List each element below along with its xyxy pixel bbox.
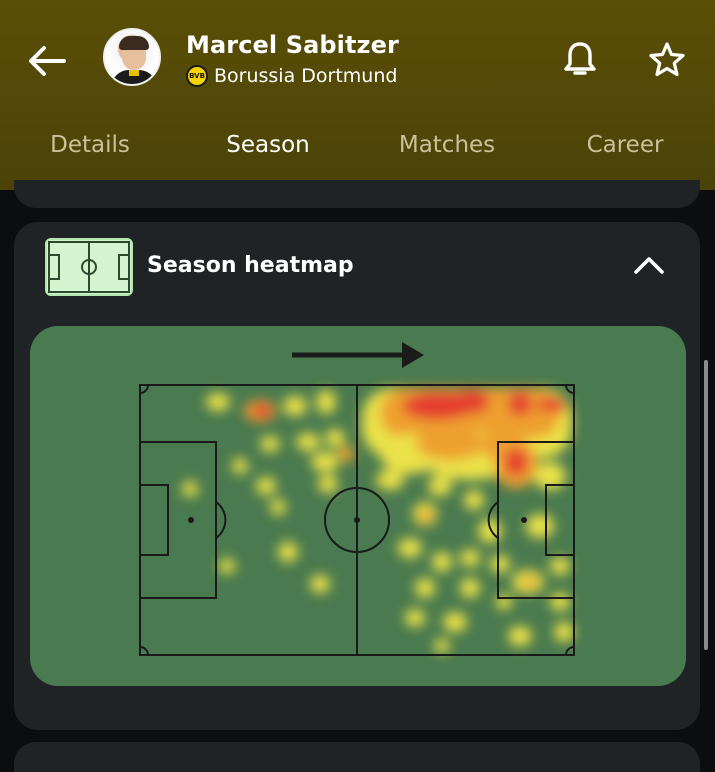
player-name: Marcel Sabitzer xyxy=(186,31,399,59)
favorite-button[interactable] xyxy=(647,40,687,80)
back-button[interactable] xyxy=(24,38,70,84)
chevron-up-icon xyxy=(634,257,664,274)
notifications-button[interactable] xyxy=(562,40,598,80)
app-header: Marcel Sabitzer BVB Borussia Dortmund De… xyxy=(0,0,715,190)
heatmap-panel xyxy=(30,326,686,686)
star-icon xyxy=(649,42,685,77)
card-title: Season heatmap xyxy=(147,253,354,278)
club-name: Borussia Dortmund xyxy=(214,65,398,87)
tab-details[interactable]: Details xyxy=(30,132,150,168)
player-avatar xyxy=(103,28,161,86)
pitch-icon xyxy=(45,238,133,296)
scrollbar[interactable] xyxy=(704,360,708,650)
club-logo: BVB xyxy=(186,65,208,87)
tab-matches[interactable]: Matches xyxy=(380,132,514,168)
arrow-right-icon xyxy=(292,342,424,368)
collapse-button[interactable] xyxy=(630,250,668,280)
next-card xyxy=(14,742,700,772)
bell-icon xyxy=(564,42,596,75)
heatmap-pitch xyxy=(139,342,575,656)
season-heatmap-card: Season heatmap xyxy=(14,222,700,730)
tab-season[interactable]: Season xyxy=(179,132,357,168)
previous-card xyxy=(14,180,700,208)
tab-career[interactable]: Career xyxy=(570,132,680,168)
arrow-left-icon xyxy=(29,46,66,76)
club-row[interactable]: BVB Borussia Dortmund xyxy=(186,65,397,87)
